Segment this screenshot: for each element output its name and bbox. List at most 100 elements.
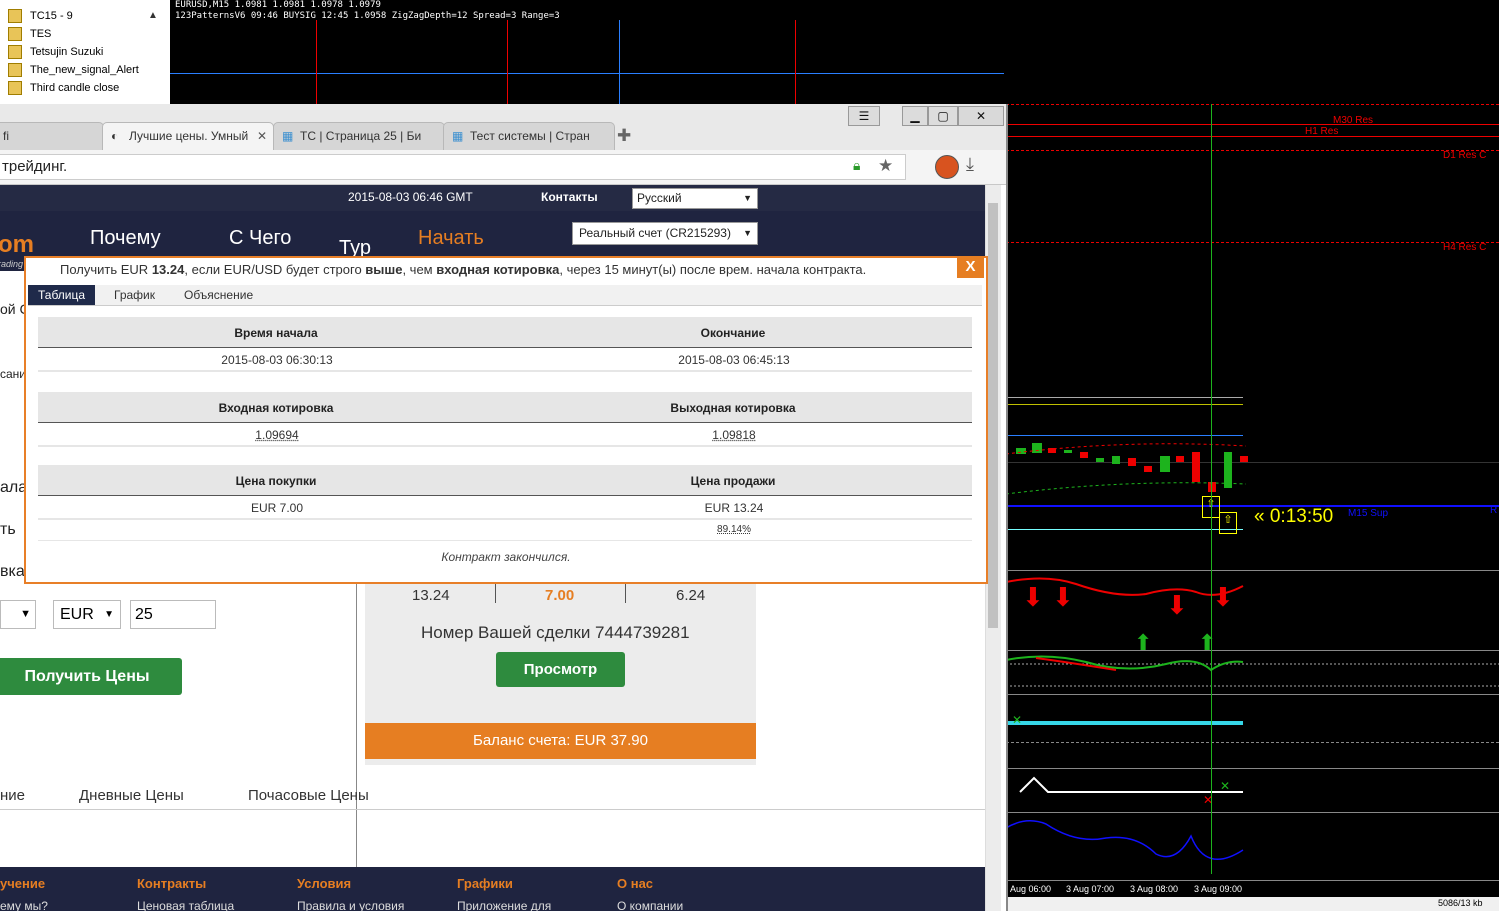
- tab[interactable]: ▦ Тест системы | Стран: [443, 122, 615, 150]
- footer-link[interactable]: Ценовая таблица: [137, 899, 234, 911]
- navigator-item[interactable]: The_new_signal_Alert: [8, 62, 139, 79]
- footer-link[interactable]: Правила и условия: [297, 899, 404, 911]
- right-chart[interactable]: M30 Res H1 Res D1 Res C H4 Res C M15 Sup…: [1006, 104, 1499, 911]
- profit-value: 6.24: [676, 587, 706, 604]
- close-window-button[interactable]: ✕: [958, 106, 1004, 126]
- navigator-item[interactable]: Third candle close: [8, 80, 119, 97]
- level-line: [1006, 242, 1499, 244]
- tab-active[interactable]: ◐ Лучшие цены. Умный ✕: [102, 122, 274, 150]
- oscillator: [1006, 820, 1244, 860]
- form-text: сани: [0, 367, 27, 381]
- level-line: [1006, 124, 1499, 125]
- dropdown-arrow-icon: ▼: [743, 193, 752, 203]
- payout-value: 13.24: [412, 587, 450, 604]
- tab-chart[interactable]: График: [104, 285, 165, 305]
- nav-start[interactable]: С Чего: [229, 227, 291, 250]
- buy-price-value: EUR 7.00: [250, 501, 304, 515]
- candle-timer: « 0:13:50: [1254, 506, 1334, 527]
- exit-spot-value[interactable]: 1.09818: [712, 428, 755, 442]
- vertical-line: [316, 20, 317, 105]
- status-bar: 5086/13 kb: [1006, 897, 1499, 911]
- contract-status: Контракт закончился.: [441, 550, 571, 564]
- entry-spot-value[interactable]: 1.09694: [255, 428, 298, 442]
- amount-input[interactable]: 25: [130, 600, 216, 629]
- tab-explanation[interactable]: Объяснение: [174, 285, 263, 305]
- close-tab-icon[interactable]: ✕: [257, 123, 267, 150]
- contacts-link[interactable]: Контакты: [541, 190, 598, 204]
- row-divider: [38, 370, 972, 372]
- level-line: [1006, 150, 1499, 152]
- trend-indicator: [1006, 655, 1499, 687]
- zigzag-indicator: ✕ ✕: [1019, 776, 1243, 807]
- nav-why[interactable]: Почему: [90, 227, 161, 250]
- cyan-line: [1006, 721, 1243, 725]
- menu-button[interactable]: ☰: [848, 106, 880, 126]
- page-icon: ▦: [282, 129, 294, 143]
- signal-indicator: ⬇ ⬇ ⬇ ⬇ ⬆ ⬆: [1006, 577, 1244, 654]
- footer-link[interactable]: ему мы?: [0, 899, 48, 911]
- current-bar-line: [1211, 104, 1212, 874]
- view-button[interactable]: Просмотр: [496, 652, 625, 687]
- download-icon[interactable]: ⤓: [966, 154, 974, 175]
- time-label: 3 Aug 09:00: [1194, 884, 1243, 894]
- top-chart[interactable]: EURUSD,M15 1.0981 1.0981 1.0978 1.0979 1…: [170, 0, 1004, 105]
- time-label: 3 Aug 07:00: [1066, 884, 1115, 894]
- level-line: [1006, 136, 1499, 137]
- address-bar: трейдинг. 🔒︎ ★ ⤓: [0, 150, 1006, 185]
- site-topbar: 2015-08-03 06:46 GMT Контакты Русский ▼: [0, 185, 985, 211]
- expert-icon: [8, 81, 22, 96]
- navigator-item[interactable]: TC15 - 9: [8, 8, 73, 25]
- row-divider: [38, 445, 972, 447]
- exit-spot-label: Выходная котировка: [670, 401, 796, 415]
- close-dialog-button[interactable]: X: [957, 256, 984, 278]
- account-select[interactable]: Реальный счет (CR215293) ▼: [572, 222, 758, 245]
- footer-link[interactable]: О компании: [617, 899, 683, 911]
- new-tab-button[interactable]: ✚: [617, 126, 631, 146]
- navigator-item[interactable]: Tetsujin Suzuki: [8, 44, 103, 61]
- cost-value: 7.00: [545, 587, 575, 604]
- cross-icon: ✕: [1012, 713, 1023, 727]
- start-time-value: 2015-08-03 06:30:13: [221, 353, 333, 367]
- language-select[interactable]: Русский ▼: [632, 188, 758, 209]
- currency-select[interactable]: EUR ▼: [53, 600, 121, 629]
- panel-separator: [1006, 570, 1499, 571]
- vertical-line: [619, 20, 620, 105]
- select-partial[interactable]: ▼: [0, 600, 36, 629]
- table-header: Время начала Окончание: [38, 317, 972, 348]
- minimize-button[interactable]: ▁: [902, 106, 928, 126]
- level-label: M30 Res: [1333, 115, 1374, 126]
- buy-price-label: Цена покупки: [235, 474, 317, 488]
- tab-hourly-prices[interactable]: Почасовые Цены: [248, 787, 369, 804]
- tab[interactable]: fi: [0, 122, 104, 150]
- start-time-label: Время начала: [234, 326, 318, 340]
- site-footer: учение Контракты Условия Графики О нас е…: [0, 867, 985, 911]
- tab[interactable]: ▦ TC | Страница 25 | Би: [273, 122, 445, 150]
- expert-icon: [8, 63, 22, 78]
- grid-line: [1006, 742, 1499, 744]
- extension-icon[interactable]: [935, 155, 959, 179]
- expert-icon: [8, 9, 22, 24]
- arrow-up-icon: ⇧: [1219, 512, 1237, 534]
- navigator-item[interactable]: TES: [8, 26, 51, 43]
- form-label: ть: [0, 521, 16, 538]
- tab-daily-prices[interactable]: Дневные Цены: [79, 787, 184, 804]
- lock-icon: 🔒︎: [853, 157, 861, 173]
- level-label: H4 Res C: [1443, 242, 1487, 253]
- maximize-button[interactable]: ▢: [928, 106, 958, 126]
- url-field[interactable]: трейдинг.: [0, 154, 906, 180]
- sell-price-value: EUR 13.24: [704, 501, 764, 515]
- entry-spot-label: Входная котировка: [218, 401, 334, 415]
- row-divider: [38, 540, 972, 541]
- logo[interactable]: om: [0, 231, 34, 259]
- scrollbar-thumb[interactable]: [988, 203, 998, 628]
- scroll-up-icon[interactable]: ▲: [148, 10, 158, 21]
- tab-table[interactable]: Таблица: [28, 285, 96, 305]
- nav-begin[interactable]: Начать: [418, 227, 484, 250]
- price-line: [170, 73, 1004, 74]
- get-prices-button[interactable]: Получить Цены: [0, 658, 182, 695]
- bookmark-star-icon[interactable]: ★: [878, 156, 893, 176]
- svg-text:⬇: ⬇: [1022, 583, 1044, 613]
- server-time: 2015-08-03 06:46 GMT: [348, 190, 473, 204]
- tab-prices[interactable]: ние: [0, 787, 25, 804]
- footer-link[interactable]: Приложение для: [457, 899, 551, 911]
